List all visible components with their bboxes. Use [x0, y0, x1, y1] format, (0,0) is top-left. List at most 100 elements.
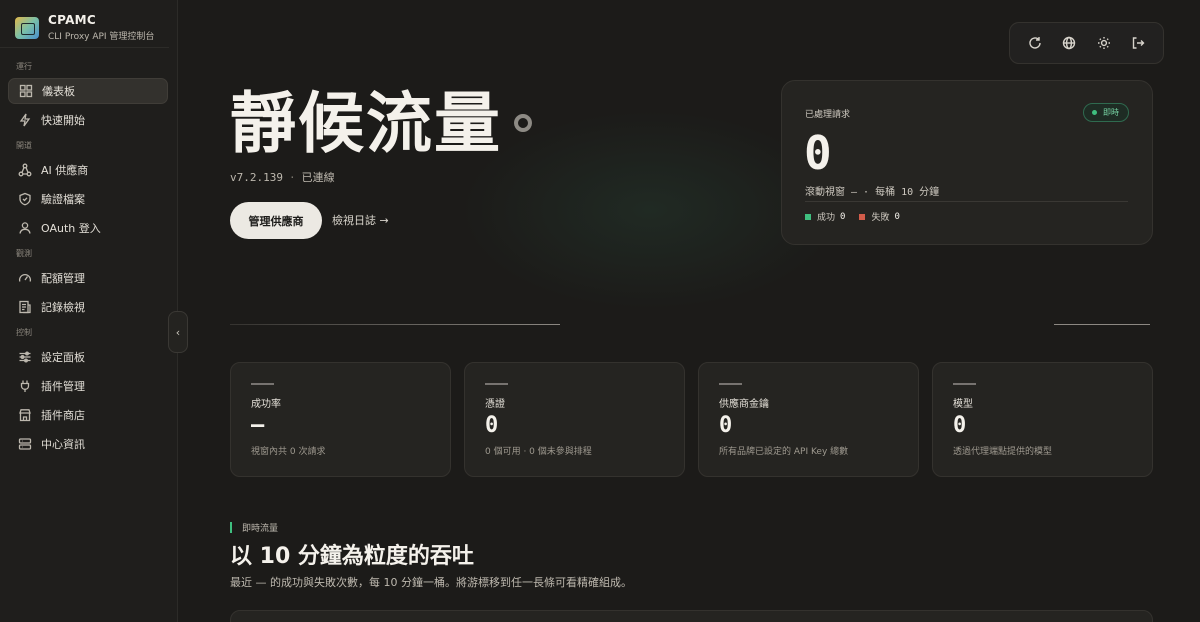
kicker-label: 即時流量	[242, 524, 279, 534]
kicker-accent-bar	[230, 522, 232, 533]
nav-section-run: 運行	[16, 62, 32, 71]
throughput-chart-panel	[230, 610, 1153, 622]
version-text: v7.2.139	[230, 171, 283, 184]
top-toolbar	[1009, 22, 1164, 64]
nodes-icon	[18, 163, 32, 177]
brand[interactable]: CPAMC CLI Proxy API 管理控制台	[0, 0, 169, 48]
sidebar-item-logs[interactable]: 記錄檢視	[8, 294, 168, 320]
sliders-icon	[18, 350, 32, 364]
sidebar-item-center-info[interactable]: 中心資訊	[8, 431, 168, 457]
sidebar-item-label: OAuth 登入	[41, 222, 101, 235]
success-square-icon	[805, 213, 811, 220]
requests-card: 已處理請求 即時 0 滾動視窗 — · 每桶 10 分鐘 成功 0 失敗 0	[781, 80, 1153, 245]
chevron-left-icon: ‹	[175, 325, 181, 339]
stat-label: 憑證	[485, 399, 505, 410]
sidebar-item-auth-files[interactable]: 驗證檔案	[8, 186, 168, 212]
brand-logo-icon	[15, 16, 39, 39]
stat-label: 成功率	[251, 399, 281, 410]
shield-icon	[18, 192, 32, 206]
sidebar-item-label: 中心資訊	[41, 438, 85, 451]
globe-icon	[1063, 36, 1076, 50]
grid-icon	[19, 84, 33, 98]
nav-section-gateway: 開道	[16, 141, 32, 150]
stat-value: —	[251, 413, 265, 438]
fail-value: 0	[894, 211, 900, 222]
sidebar-item-label: 驗證檔案	[41, 193, 85, 206]
plug-icon	[18, 379, 32, 393]
sidebar-collapse-button[interactable]: ‹	[168, 311, 188, 353]
manage-providers-button[interactable]: 管理供應商	[230, 202, 322, 239]
sidebar-item-plugin-store[interactable]: 插件商店	[8, 402, 168, 428]
stat-value: 0	[485, 413, 499, 438]
stat-card-success-rate: 成功率 — 視窗內共 0 次請求	[230, 362, 451, 477]
sidebar-item-quickstart[interactable]: 快速開始	[8, 107, 168, 133]
lightning-icon	[18, 113, 32, 127]
sidebar-item-dashboard[interactable]: 儀表板	[8, 78, 168, 104]
live-section-title: 以 10 分鐘為粒度的吞吐	[230, 544, 474, 569]
language-button[interactable]	[1058, 32, 1080, 54]
user-icon	[18, 221, 32, 235]
fail-square-icon	[859, 213, 866, 220]
requests-breakdown: 成功 0 失敗 0	[805, 210, 914, 223]
logout-button[interactable]	[1127, 32, 1149, 54]
store-icon	[18, 408, 32, 422]
stat-desc: 所有品牌已設定的 API Key 總數	[719, 447, 849, 457]
sun-icon	[1097, 37, 1110, 49]
requests-label: 已處理請求	[805, 110, 851, 120]
connection-status: 已連線	[301, 171, 335, 184]
requests-window: 滾動視窗 — · 每桶 10 分鐘	[805, 187, 940, 198]
sidebar-item-plugins[interactable]: 插件管理	[8, 373, 168, 399]
stat-card-provider-keys: 供應商金鑰 0 所有品牌已設定的 API Key 總數	[698, 362, 919, 477]
requests-value: 0	[804, 126, 832, 180]
stat-label: 供應商金鑰	[719, 399, 769, 410]
live-badge: 即時	[1083, 103, 1129, 122]
live-section-subtitle: 最近 — 的成功與失敗次數，每 10 分鐘一桶。將游標移到任一長條可看精確組成。	[230, 576, 632, 589]
view-logs-link[interactable]: 檢視日誌 →	[332, 212, 389, 228]
server-icon	[18, 437, 32, 451]
sidebar-item-label: 記錄檢視	[41, 301, 85, 314]
stat-accent-bar	[953, 383, 976, 385]
sidebar-item-settings[interactable]: 設定面板	[8, 344, 168, 370]
log-icon	[18, 300, 32, 314]
brand-subtitle: CLI Proxy API 管理控制台	[48, 32, 155, 42]
sidebar-item-label: 插件商店	[41, 409, 85, 422]
sidebar-item-label: AI 供應商	[41, 164, 89, 177]
sidebar-item-quota[interactable]: 配額管理	[8, 265, 168, 291]
success-label: 成功	[817, 213, 836, 223]
nav-section-control: 控制	[16, 328, 32, 337]
requests-divider	[805, 201, 1128, 202]
live-badge-label: 即時	[1103, 108, 1119, 117]
sidebar-item-label: 設定面板	[41, 351, 85, 364]
logout-icon	[1132, 37, 1145, 49]
fail-label: 失敗	[871, 213, 890, 223]
version-status: v7.2.139 · 已連線	[230, 169, 335, 185]
hero-divider-left	[230, 324, 560, 325]
page-title: 靜候流量	[230, 85, 502, 162]
stat-desc: 透過代理端點提供的模型	[953, 447, 1053, 457]
sidebar-item-oauth[interactable]: OAuth 登入	[8, 215, 168, 241]
theme-toggle-button[interactable]	[1093, 32, 1115, 54]
stat-card-models: 模型 0 透過代理端點提供的模型	[932, 362, 1153, 477]
sidebar-item-label: 插件管理	[41, 380, 85, 393]
refresh-button[interactable]	[1024, 32, 1046, 54]
stat-card-credentials: 憑證 0 0 個可用 · 0 個未參與排程	[464, 362, 685, 477]
stat-accent-bar	[485, 383, 508, 385]
gauge-icon	[18, 271, 32, 285]
meta-separator: ·	[288, 171, 296, 184]
sidebar: CPAMC CLI Proxy API 管理控制台 運行 儀表板 快速開始 開道…	[0, 0, 178, 622]
nav-section-observe: 觀測	[16, 249, 32, 258]
refresh-icon	[1029, 37, 1041, 49]
brand-name: CPAMC	[48, 13, 97, 27]
status-ring-icon	[514, 114, 532, 132]
stat-accent-bar	[719, 383, 742, 385]
live-section-kicker: 即時流量	[230, 521, 278, 534]
live-dot-icon	[1092, 110, 1097, 115]
stat-label: 模型	[953, 399, 973, 410]
success-value: 0	[840, 211, 846, 222]
sidebar-item-ai-providers[interactable]: AI 供應商	[8, 157, 168, 183]
sidebar-item-label: 配額管理	[41, 272, 85, 285]
sidebar-item-label: 快速開始	[41, 114, 85, 127]
stat-accent-bar	[251, 383, 274, 385]
stat-value: 0	[953, 413, 967, 438]
stat-value: 0	[719, 413, 733, 438]
